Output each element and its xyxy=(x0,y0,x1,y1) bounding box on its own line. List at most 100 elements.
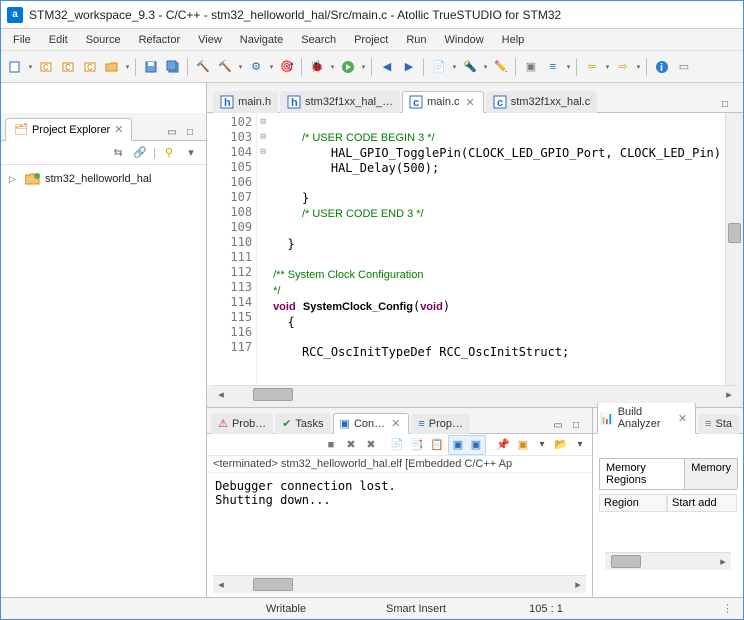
back-button[interactable]: ⇦ xyxy=(582,57,602,77)
vertical-scrollbar[interactable] xyxy=(725,113,743,385)
scrollbar-thumb[interactable] xyxy=(253,388,293,401)
scroll-right-icon[interactable]: ▸ xyxy=(715,553,731,570)
link-editor-icon[interactable]: 🔗 xyxy=(131,144,149,162)
clear-console-icon[interactable]: 📄 xyxy=(388,436,406,454)
menu-view[interactable]: View xyxy=(190,32,230,48)
tree-item-project[interactable]: ▷ stm32_helloworld_hal xyxy=(9,171,198,187)
maximize-view-icon[interactable]: □ xyxy=(182,124,198,140)
tab-hal-c[interactable]: c stm32f1xx_hal.c xyxy=(486,91,597,113)
menu-run[interactable]: Run xyxy=(398,32,434,48)
close-icon[interactable]: ✕ xyxy=(464,96,477,109)
back-dropdown-icon[interactable]: ▾ xyxy=(604,57,611,77)
tab-extra[interactable]: ≡ Sta xyxy=(698,414,739,434)
view-dropdown-icon[interactable]: ▾ xyxy=(565,57,572,77)
next-ann[interactable]: ▶ xyxy=(399,57,419,77)
search-dropdown-icon[interactable]: ▾ xyxy=(482,57,489,77)
code-body[interactable]: /* USER CODE BEGIN 3 */ HAL_GPIO_ToggleP… xyxy=(269,113,725,385)
save-all-button[interactable] xyxy=(163,57,183,77)
build-dropdown-icon[interactable]: ▾ xyxy=(237,57,244,77)
marker-button[interactable]: ✏️ xyxy=(491,57,511,77)
new-button[interactable] xyxy=(5,57,25,77)
tab-hal-h[interactable]: h stm32f1xx_hal_… xyxy=(280,91,400,113)
display-console-icon[interactable]: ▣ xyxy=(514,436,532,454)
build-all-button[interactable]: 🔨 xyxy=(215,57,235,77)
fold-column[interactable]: ⊟ ⊟ ⊟ xyxy=(257,113,269,385)
filter-icon[interactable]: ⚲ xyxy=(160,144,178,162)
tab-memory-details[interactable]: Memory xyxy=(684,458,738,489)
close-icon[interactable]: ✕ xyxy=(114,123,123,136)
minimize-view-icon[interactable]: ▭ xyxy=(550,417,566,433)
menu-source[interactable]: Source xyxy=(78,32,129,48)
collapse-all-icon[interactable]: ⇆ xyxy=(109,144,127,162)
view-menu-icon[interactable]: ▾ xyxy=(182,144,200,162)
code-editor[interactable]: 102 103 104 105 106 107 108 109 110 111 … xyxy=(207,113,743,385)
tab-properties[interactable]: ≡ Prop… xyxy=(411,414,470,434)
new-c-project-3[interactable]: c xyxy=(80,57,100,77)
scrollbar-thumb[interactable] xyxy=(611,555,641,568)
scroll-right-icon[interactable]: ▸ xyxy=(570,576,586,593)
menu-project[interactable]: Project xyxy=(346,32,396,48)
collapse-button[interactable]: ▭ xyxy=(674,57,694,77)
tab-problems[interactable]: ⚠ Prob… xyxy=(211,413,273,434)
minimize-view-icon[interactable]: ▭ xyxy=(164,124,180,140)
build-button[interactable]: 🔨 xyxy=(193,57,213,77)
remove-launch-icon[interactable]: ✖ xyxy=(342,436,360,454)
debug-dropdown-icon[interactable]: ▾ xyxy=(329,57,336,77)
status-menu-icon[interactable]: ⋮ xyxy=(722,602,733,615)
tab-main-h[interactable]: h main.h xyxy=(213,91,278,113)
scroll-right-icon[interactable]: ▸ xyxy=(721,386,737,403)
menu-window[interactable]: Window xyxy=(437,32,492,48)
run-dropdown-icon[interactable]: ▾ xyxy=(360,57,367,77)
prev-ann[interactable]: ◀ xyxy=(377,57,397,77)
remove-all-icon[interactable]: ✖ xyxy=(362,436,380,454)
new-folder[interactable] xyxy=(102,57,122,77)
tab-console[interactable]: ▣ Con… ✕ xyxy=(333,413,410,434)
menu-search[interactable]: Search xyxy=(293,32,344,48)
debug-button[interactable]: 🐞 xyxy=(307,57,327,77)
console-scrollbar[interactable]: ◂ ▸ xyxy=(213,575,586,593)
info-button[interactable]: i xyxy=(652,57,672,77)
col-region[interactable]: Region xyxy=(599,494,667,512)
maximize-editor-icon[interactable]: □ xyxy=(717,96,733,112)
new-dropdown-icon[interactable]: ▾ xyxy=(27,57,34,77)
forward-dropdown-icon[interactable]: ▾ xyxy=(635,57,642,77)
horizontal-scrollbar[interactable]: ◂ ▸ xyxy=(213,385,737,403)
forward-button[interactable]: ⇨ xyxy=(613,57,633,77)
build-config-dropdown-icon[interactable]: ▾ xyxy=(268,57,275,77)
build-config[interactable]: ⚙ xyxy=(246,57,266,77)
show-when-stderr-icon[interactable]: ▣ xyxy=(467,436,485,454)
close-icon[interactable]: ✕ xyxy=(389,417,402,430)
tab-main-c[interactable]: c main.c ✕ xyxy=(402,91,484,113)
console-output[interactable]: Debugger connection lost. Shutting down.… xyxy=(207,473,592,575)
menu-refactor[interactable]: Refactor xyxy=(131,32,189,48)
tab-project-explorer[interactable]: 🗂 Project Explorer ✕ xyxy=(5,118,132,141)
tab-memory-regions[interactable]: Memory Regions xyxy=(599,458,685,489)
close-icon[interactable]: ✕ xyxy=(676,412,689,425)
terminal-button[interactable]: ▣ xyxy=(521,57,541,77)
menu-navigate[interactable]: Navigate xyxy=(232,32,291,48)
scroll-lock-icon[interactable]: 📑 xyxy=(408,436,426,454)
tab-build-analyzer[interactable]: 📊 Build Analyzer ✕ xyxy=(597,402,696,434)
open-type[interactable]: 📄 xyxy=(429,57,449,77)
project-tree[interactable]: ▷ stm32_helloworld_hal xyxy=(1,165,206,597)
search-button[interactable]: 🔦 xyxy=(460,57,480,77)
scroll-left-icon[interactable]: ◂ xyxy=(213,576,229,593)
new-c-project[interactable]: c xyxy=(36,57,56,77)
expand-arrow-icon[interactable]: ▷ xyxy=(9,174,21,185)
scroll-left-icon[interactable]: ◂ xyxy=(213,386,229,403)
build-target[interactable]: 🎯 xyxy=(277,57,297,77)
new-c-project-2[interactable]: c xyxy=(58,57,78,77)
open-console-icon[interactable]: 📂 xyxy=(552,436,570,454)
scrollbar-thumb[interactable] xyxy=(253,578,293,591)
build-scrollbar[interactable]: ◂ ▸ xyxy=(605,552,731,570)
dropdown-icon[interactable]: ▾ xyxy=(572,437,588,453)
save-button[interactable] xyxy=(141,57,161,77)
run-button[interactable] xyxy=(338,57,358,77)
pin-console-icon[interactable]: 📌 xyxy=(494,436,512,454)
tab-tasks[interactable]: ✔ Tasks xyxy=(275,413,330,434)
wrap-icon[interactable]: 📋 xyxy=(428,436,446,454)
dropdown-icon[interactable]: ▾ xyxy=(534,437,550,453)
menu-edit[interactable]: Edit xyxy=(41,32,76,48)
view-menu[interactable]: ≡ xyxy=(543,57,563,77)
new-folder-dropdown-icon[interactable]: ▾ xyxy=(124,57,131,77)
